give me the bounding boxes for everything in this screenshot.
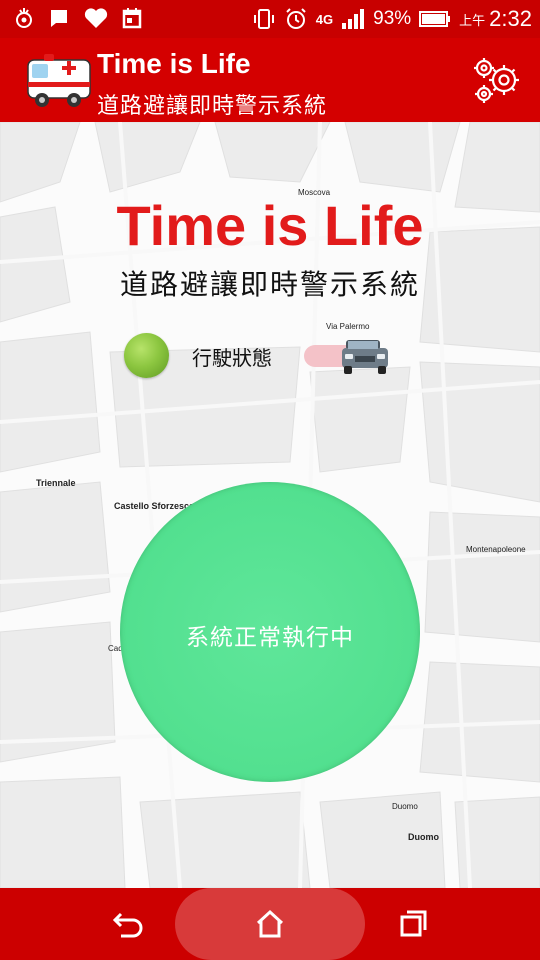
heart-icon bbox=[84, 8, 108, 29]
status-label: 行駛狀態 bbox=[192, 346, 272, 370]
map-label-triennale: Triennale bbox=[36, 478, 76, 488]
system-status-text: 系統正常執行中 bbox=[186, 625, 354, 651]
message-icon bbox=[51, 10, 67, 27]
status-bar-time: 2:32 bbox=[489, 6, 532, 31]
ambulance-icon bbox=[27, 54, 91, 107]
car-icon bbox=[342, 340, 388, 374]
network-4g-icon: 4G bbox=[315, 11, 334, 27]
status-bar-right-icons: 4G 93% 上午 2:32 bbox=[252, 6, 532, 32]
main-title: Time is Life bbox=[116, 194, 424, 257]
map-label-duomo-station: Duomo bbox=[392, 802, 418, 811]
battery-icon bbox=[419, 11, 451, 27]
status-indicator bbox=[124, 333, 169, 378]
gears-icon[interactable] bbox=[470, 54, 526, 106]
app-subtitle: 道路避讓即時警示系統 bbox=[97, 94, 328, 119]
home-icon[interactable] bbox=[250, 906, 290, 942]
calendar-icon bbox=[122, 8, 142, 29]
recents-icon[interactable] bbox=[393, 906, 433, 942]
vibrate-icon bbox=[253, 9, 274, 29]
map-label-duomo: Duomo bbox=[408, 832, 439, 842]
navigation-bar bbox=[0, 888, 540, 960]
main-subtitle: 道路避讓即時警示系統 bbox=[119, 268, 420, 301]
map-label-via-palermo: Via Palermo bbox=[326, 322, 370, 331]
map-label-montenapoleone: Montenapoleone bbox=[466, 545, 526, 554]
notification-icon bbox=[16, 8, 32, 28]
signal-icon bbox=[342, 9, 365, 29]
battery-percent: 93% bbox=[373, 8, 412, 29]
driving-status-toggle[interactable] bbox=[300, 336, 390, 376]
status-bar-left-icons bbox=[14, 6, 142, 30]
status-bar: 4G 93% 上午 2:32 bbox=[0, 0, 540, 38]
status-bar-ampm: 上午 bbox=[459, 13, 486, 29]
alarm-icon bbox=[286, 8, 306, 29]
back-icon[interactable] bbox=[107, 906, 147, 942]
app-title: Time is Life bbox=[97, 48, 251, 79]
app-bar: Time is Life 道路避讓即時警示系統 bbox=[0, 38, 540, 122]
